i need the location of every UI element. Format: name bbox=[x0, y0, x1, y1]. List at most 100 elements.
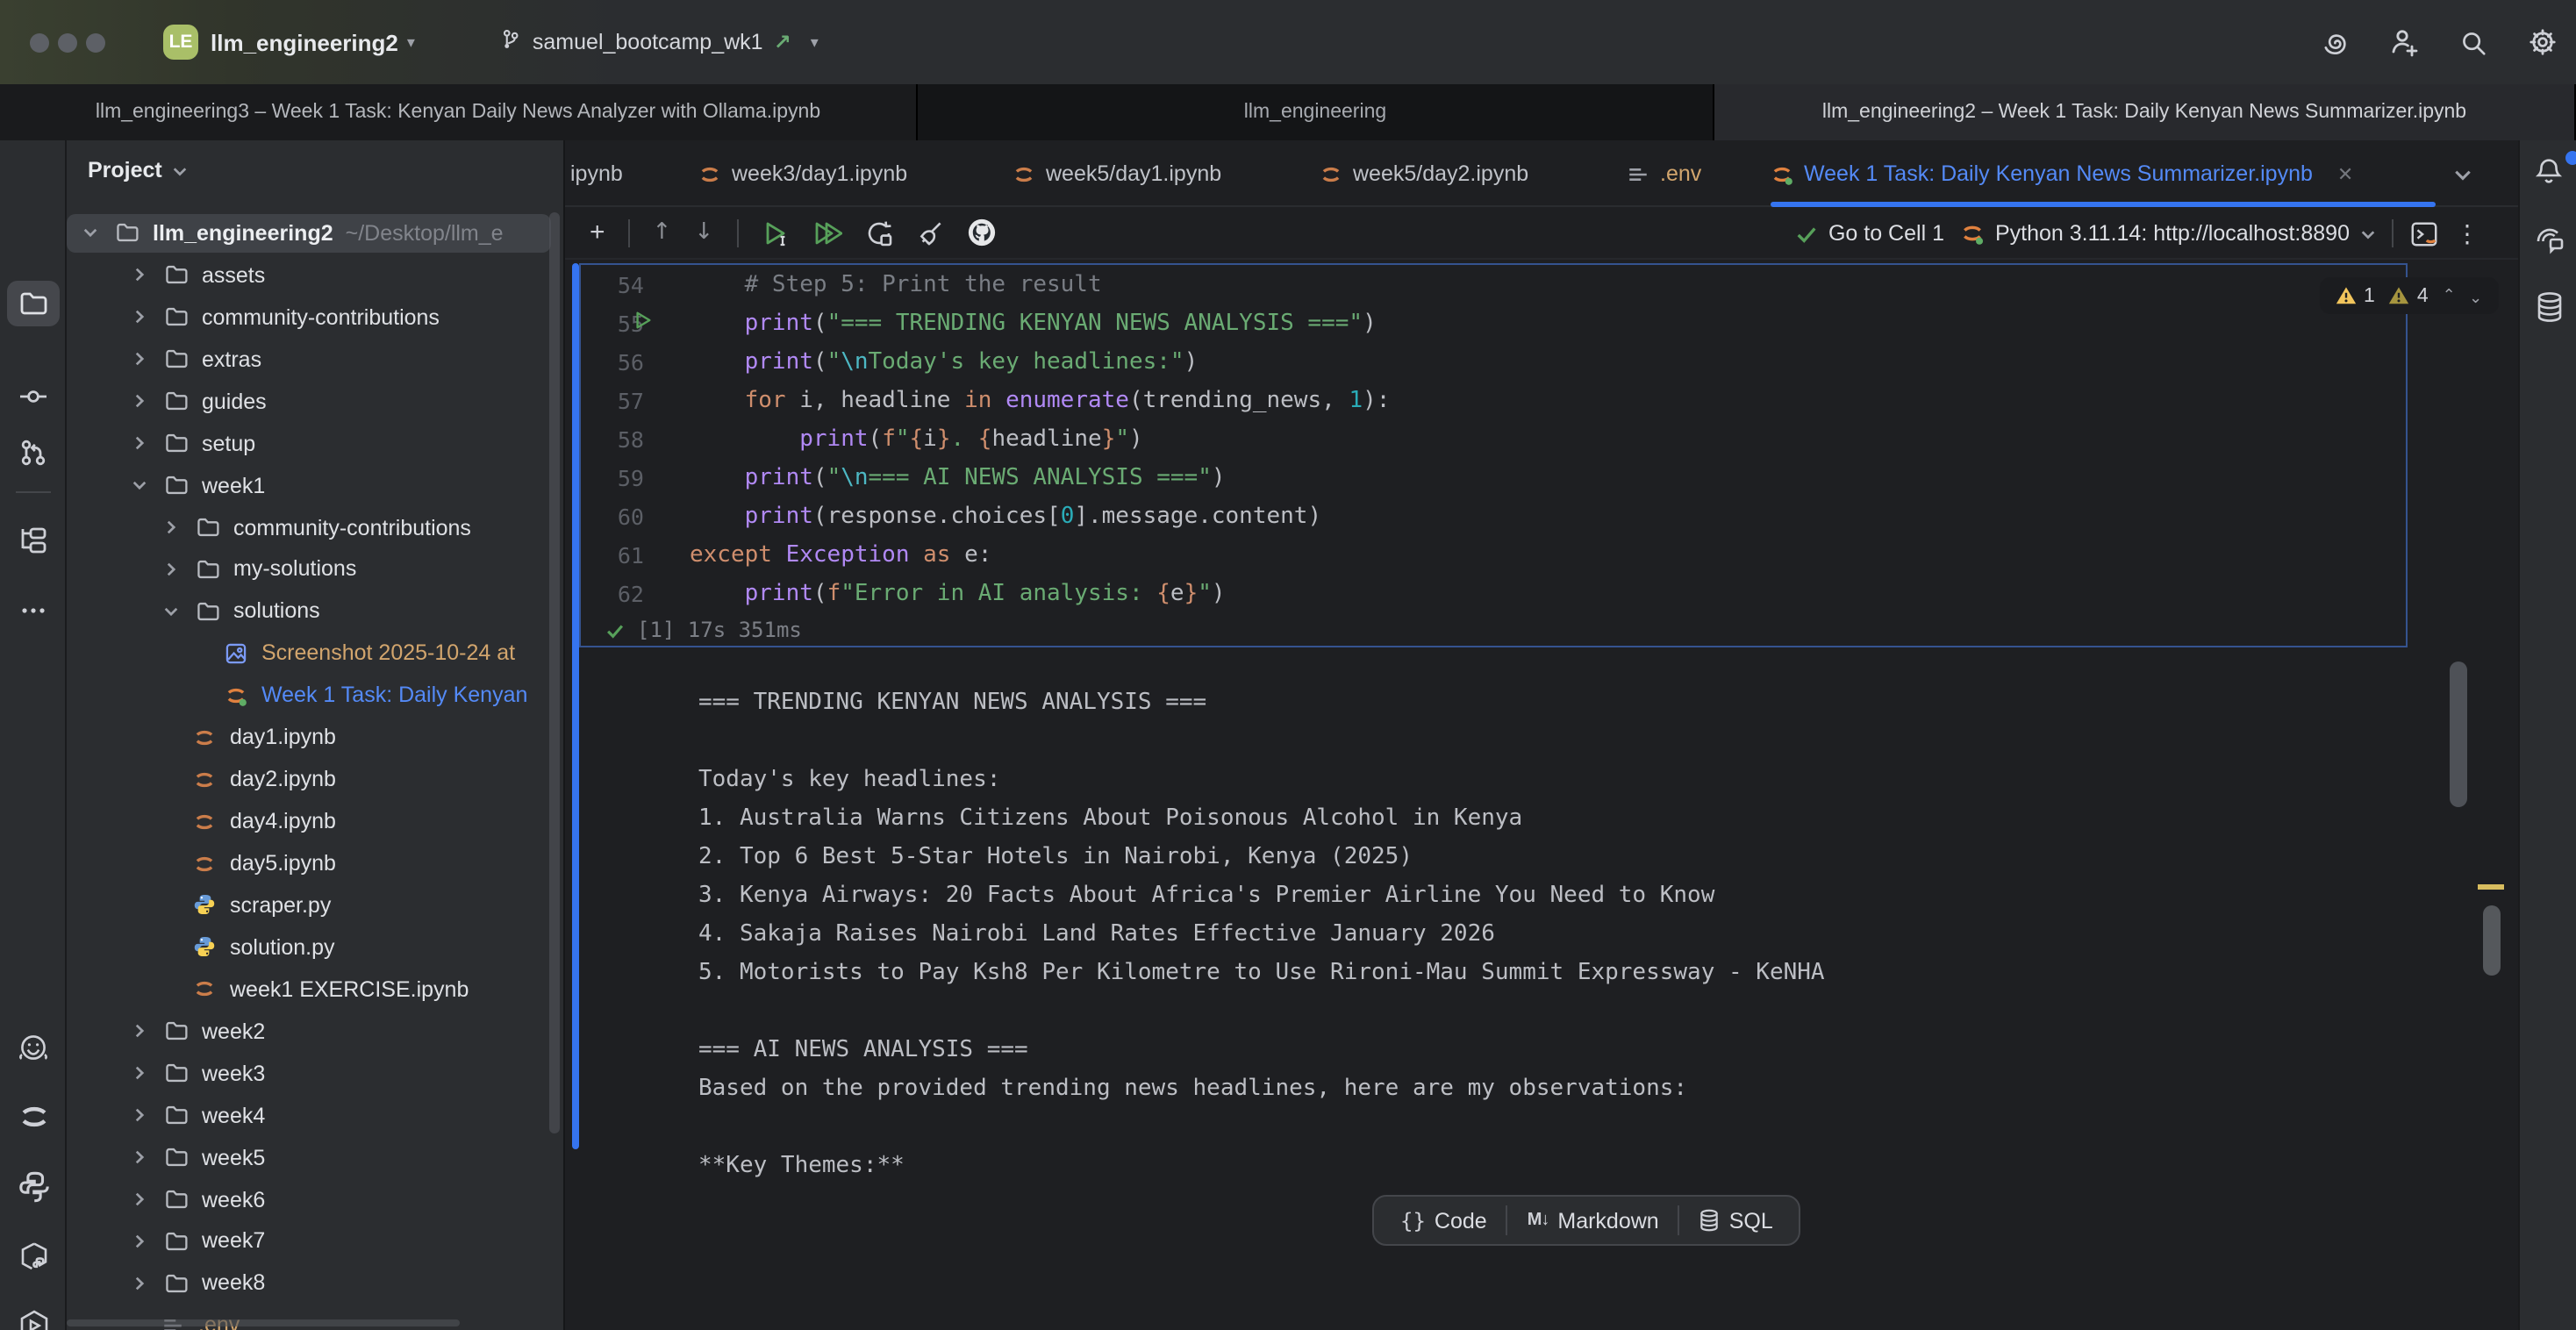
chevron-right-icon[interactable] bbox=[132, 1024, 147, 1040]
tree-folder-row[interactable]: week8 bbox=[67, 1262, 565, 1305]
tree-file-row[interactable]: day5.ipynb bbox=[67, 842, 565, 884]
move-cell-down-icon[interactable]: ↓ bbox=[694, 219, 713, 246]
jupyter-tool-icon[interactable] bbox=[0, 1100, 67, 1133]
tree-folder-row[interactable]: community-contributions bbox=[67, 297, 565, 339]
chevron-right-icon[interactable] bbox=[132, 310, 147, 325]
add-code-cell-button[interactable]: {}Code bbox=[1381, 1197, 1506, 1244]
run-cell-icon[interactable] bbox=[761, 218, 789, 247]
chevron-right-icon[interactable] bbox=[132, 352, 147, 368]
more-options-icon[interactable]: ⋮ bbox=[2455, 218, 2479, 248]
tree-folder-row[interactable]: assets bbox=[67, 254, 565, 297]
tree-horizontal-scrollbar[interactable] bbox=[67, 1319, 460, 1326]
more-tools-icon[interactable] bbox=[0, 597, 67, 625]
python-packages-tool-icon[interactable] bbox=[0, 1170, 67, 1204]
next-warning-icon[interactable]: ⌃ bbox=[2470, 286, 2483, 305]
code-line[interactable]: 57 for i, headline in enumerate(trending… bbox=[581, 381, 2406, 419]
output-scrollbar[interactable] bbox=[2450, 661, 2467, 807]
code-line[interactable]: 54 # Step 5: Print the result bbox=[581, 265, 2406, 304]
add-user-icon[interactable] bbox=[2388, 26, 2420, 58]
code-cell[interactable]: 54 # Step 5: Print the result55 print("=… bbox=[579, 263, 2408, 647]
previous-warning-icon[interactable]: ⌃ bbox=[2443, 286, 2456, 305]
tab-list-chevron-icon[interactable] bbox=[2453, 140, 2472, 207]
ai-chat-icon[interactable] bbox=[2520, 225, 2576, 256]
project-selector[interactable]: llm_engineering2 bbox=[211, 29, 398, 55]
tree-folder-row[interactable]: week1 bbox=[67, 464, 565, 506]
tree-folder-row[interactable]: week4 bbox=[67, 1094, 565, 1136]
tree-file-row[interactable]: day4.ipynb bbox=[67, 800, 565, 842]
services-tool-icon[interactable] bbox=[0, 1309, 67, 1330]
tree-file-row[interactable]: day2.ipynb bbox=[67, 758, 565, 800]
tree-folder-row[interactable]: week5 bbox=[67, 1136, 565, 1178]
huggingface-tool-icon[interactable] bbox=[0, 1032, 67, 1067]
code-line[interactable]: 60 print(response.choices[0].message.con… bbox=[581, 497, 2406, 535]
editor-tab[interactable]: Week 1 Task: Daily Kenyan News Summarize… bbox=[1771, 140, 2436, 207]
chevron-right-icon[interactable] bbox=[132, 1107, 147, 1123]
tree-folder-row[interactable]: guides bbox=[67, 381, 565, 423]
chevron-right-icon[interactable] bbox=[163, 561, 179, 577]
tree-folder-row[interactable]: week6 bbox=[67, 1178, 565, 1220]
add-markdown-cell-button[interactable]: M↓Markdown bbox=[1508, 1197, 1678, 1244]
add-sql-cell-button[interactable]: SQL bbox=[1680, 1197, 1792, 1244]
inspections-widget[interactable]: 1 4 ⌃ ⌃ bbox=[2320, 277, 2499, 314]
zoom-window-icon[interactable] bbox=[86, 32, 105, 52]
tree-folder-row[interactable]: my-solutions bbox=[67, 548, 565, 590]
github-icon[interactable] bbox=[966, 218, 996, 247]
clear-outputs-icon[interactable] bbox=[915, 218, 943, 247]
add-cell-icon[interactable]: + bbox=[590, 218, 605, 247]
move-cell-up-icon[interactable]: ↑ bbox=[653, 219, 672, 246]
tree-file-row[interactable]: week1 EXERCISE.ipynb bbox=[67, 969, 565, 1011]
tree-folder-row[interactable]: solutions bbox=[67, 590, 565, 633]
structure-tool-icon[interactable] bbox=[0, 525, 67, 556]
editor-tab[interactable]: ipynb bbox=[570, 140, 655, 207]
chevron-right-icon[interactable] bbox=[163, 519, 179, 535]
chevron-down-icon[interactable] bbox=[82, 225, 98, 241]
project-tool-icon[interactable] bbox=[0, 290, 67, 318]
ai-assistant-icon[interactable] bbox=[2320, 27, 2350, 57]
close-tab-icon[interactable]: ✕ bbox=[2337, 162, 2353, 185]
editor-tab[interactable]: week3/day1.ipynb bbox=[698, 140, 962, 207]
editor-scrollbar[interactable] bbox=[2483, 905, 2501, 976]
project-panel-header[interactable]: Project bbox=[88, 149, 189, 191]
tree-folder-row[interactable]: week2 bbox=[67, 1011, 565, 1053]
window-tab-active[interactable]: llm_engineering2 – Week 1 Task: Daily Ke… bbox=[1714, 84, 2576, 140]
open-jupyter-console-icon[interactable] bbox=[2409, 218, 2439, 248]
jupyter-server-selector[interactable]: Python 3.11.14: http://localhost:8890 bbox=[1960, 221, 2376, 246]
pull-requests-tool-icon[interactable] bbox=[0, 437, 67, 468]
tree-vertical-scrollbar[interactable] bbox=[549, 212, 560, 1133]
run-line-icon[interactable] bbox=[633, 311, 653, 335]
tree-folder-row[interactable]: extras bbox=[67, 339, 565, 381]
code-line[interactable]: 59 print("\n=== AI NEWS ANALYSIS ===") bbox=[581, 458, 2406, 497]
chevron-right-icon[interactable] bbox=[132, 1276, 147, 1291]
goto-cell-button[interactable]: Go to Cell 1 bbox=[1795, 221, 1944, 246]
tree-folder-row[interactable]: community-contributions bbox=[67, 506, 565, 548]
editor-tab[interactable]: week5/day2.ipynb bbox=[1320, 140, 1569, 207]
chevron-right-icon[interactable] bbox=[132, 1233, 147, 1249]
tree-folder-row[interactable]: week3 bbox=[67, 1053, 565, 1095]
search-icon[interactable] bbox=[2458, 27, 2488, 57]
chevron-right-icon[interactable] bbox=[132, 1065, 147, 1081]
tree-file-row[interactable]: day1.ipynb bbox=[67, 717, 565, 759]
chevron-right-icon[interactable] bbox=[132, 1149, 147, 1165]
database-tool-icon[interactable] bbox=[2520, 291, 2576, 323]
close-window-icon[interactable] bbox=[30, 32, 49, 52]
chevron-down-icon[interactable] bbox=[163, 604, 179, 619]
chevron-down-icon[interactable] bbox=[132, 477, 147, 493]
notifications-bell-icon[interactable] bbox=[2520, 156, 2576, 186]
window-controls[interactable] bbox=[30, 32, 105, 52]
window-tab[interactable]: llm_engineering3 – Week 1 Task: Kenyan D… bbox=[0, 84, 918, 140]
chevron-right-icon[interactable] bbox=[132, 435, 147, 451]
chevron-right-icon[interactable] bbox=[132, 1191, 147, 1207]
chevron-right-icon[interactable] bbox=[132, 268, 147, 283]
branch-selector[interactable]: samuel_bootcamp_wk1 ↗ ▾ bbox=[499, 28, 819, 56]
tree-folder-row[interactable]: llm_engineering2~/Desktop/llm_e bbox=[67, 212, 565, 254]
code-line[interactable]: 55 print("=== TRENDING KENYAN NEWS ANALY… bbox=[581, 304, 2406, 342]
python-console-tool-icon[interactable] bbox=[0, 1241, 67, 1274]
error-stripe-warning-mark[interactable] bbox=[2478, 884, 2504, 890]
code-line[interactable]: 58 print(f"{i}. {headline}") bbox=[581, 419, 2406, 458]
window-tab[interactable]: llm_engineering bbox=[918, 84, 1714, 140]
code-line[interactable]: 56 print("\nToday's key headlines:") bbox=[581, 342, 2406, 381]
editor-tab[interactable]: week5/day1.ipynb bbox=[1013, 140, 1262, 207]
tree-file-row[interactable]: scraper.py bbox=[67, 884, 565, 926]
run-all-cells-icon[interactable] bbox=[812, 218, 841, 247]
tree-folder-row[interactable]: week7 bbox=[67, 1220, 565, 1262]
